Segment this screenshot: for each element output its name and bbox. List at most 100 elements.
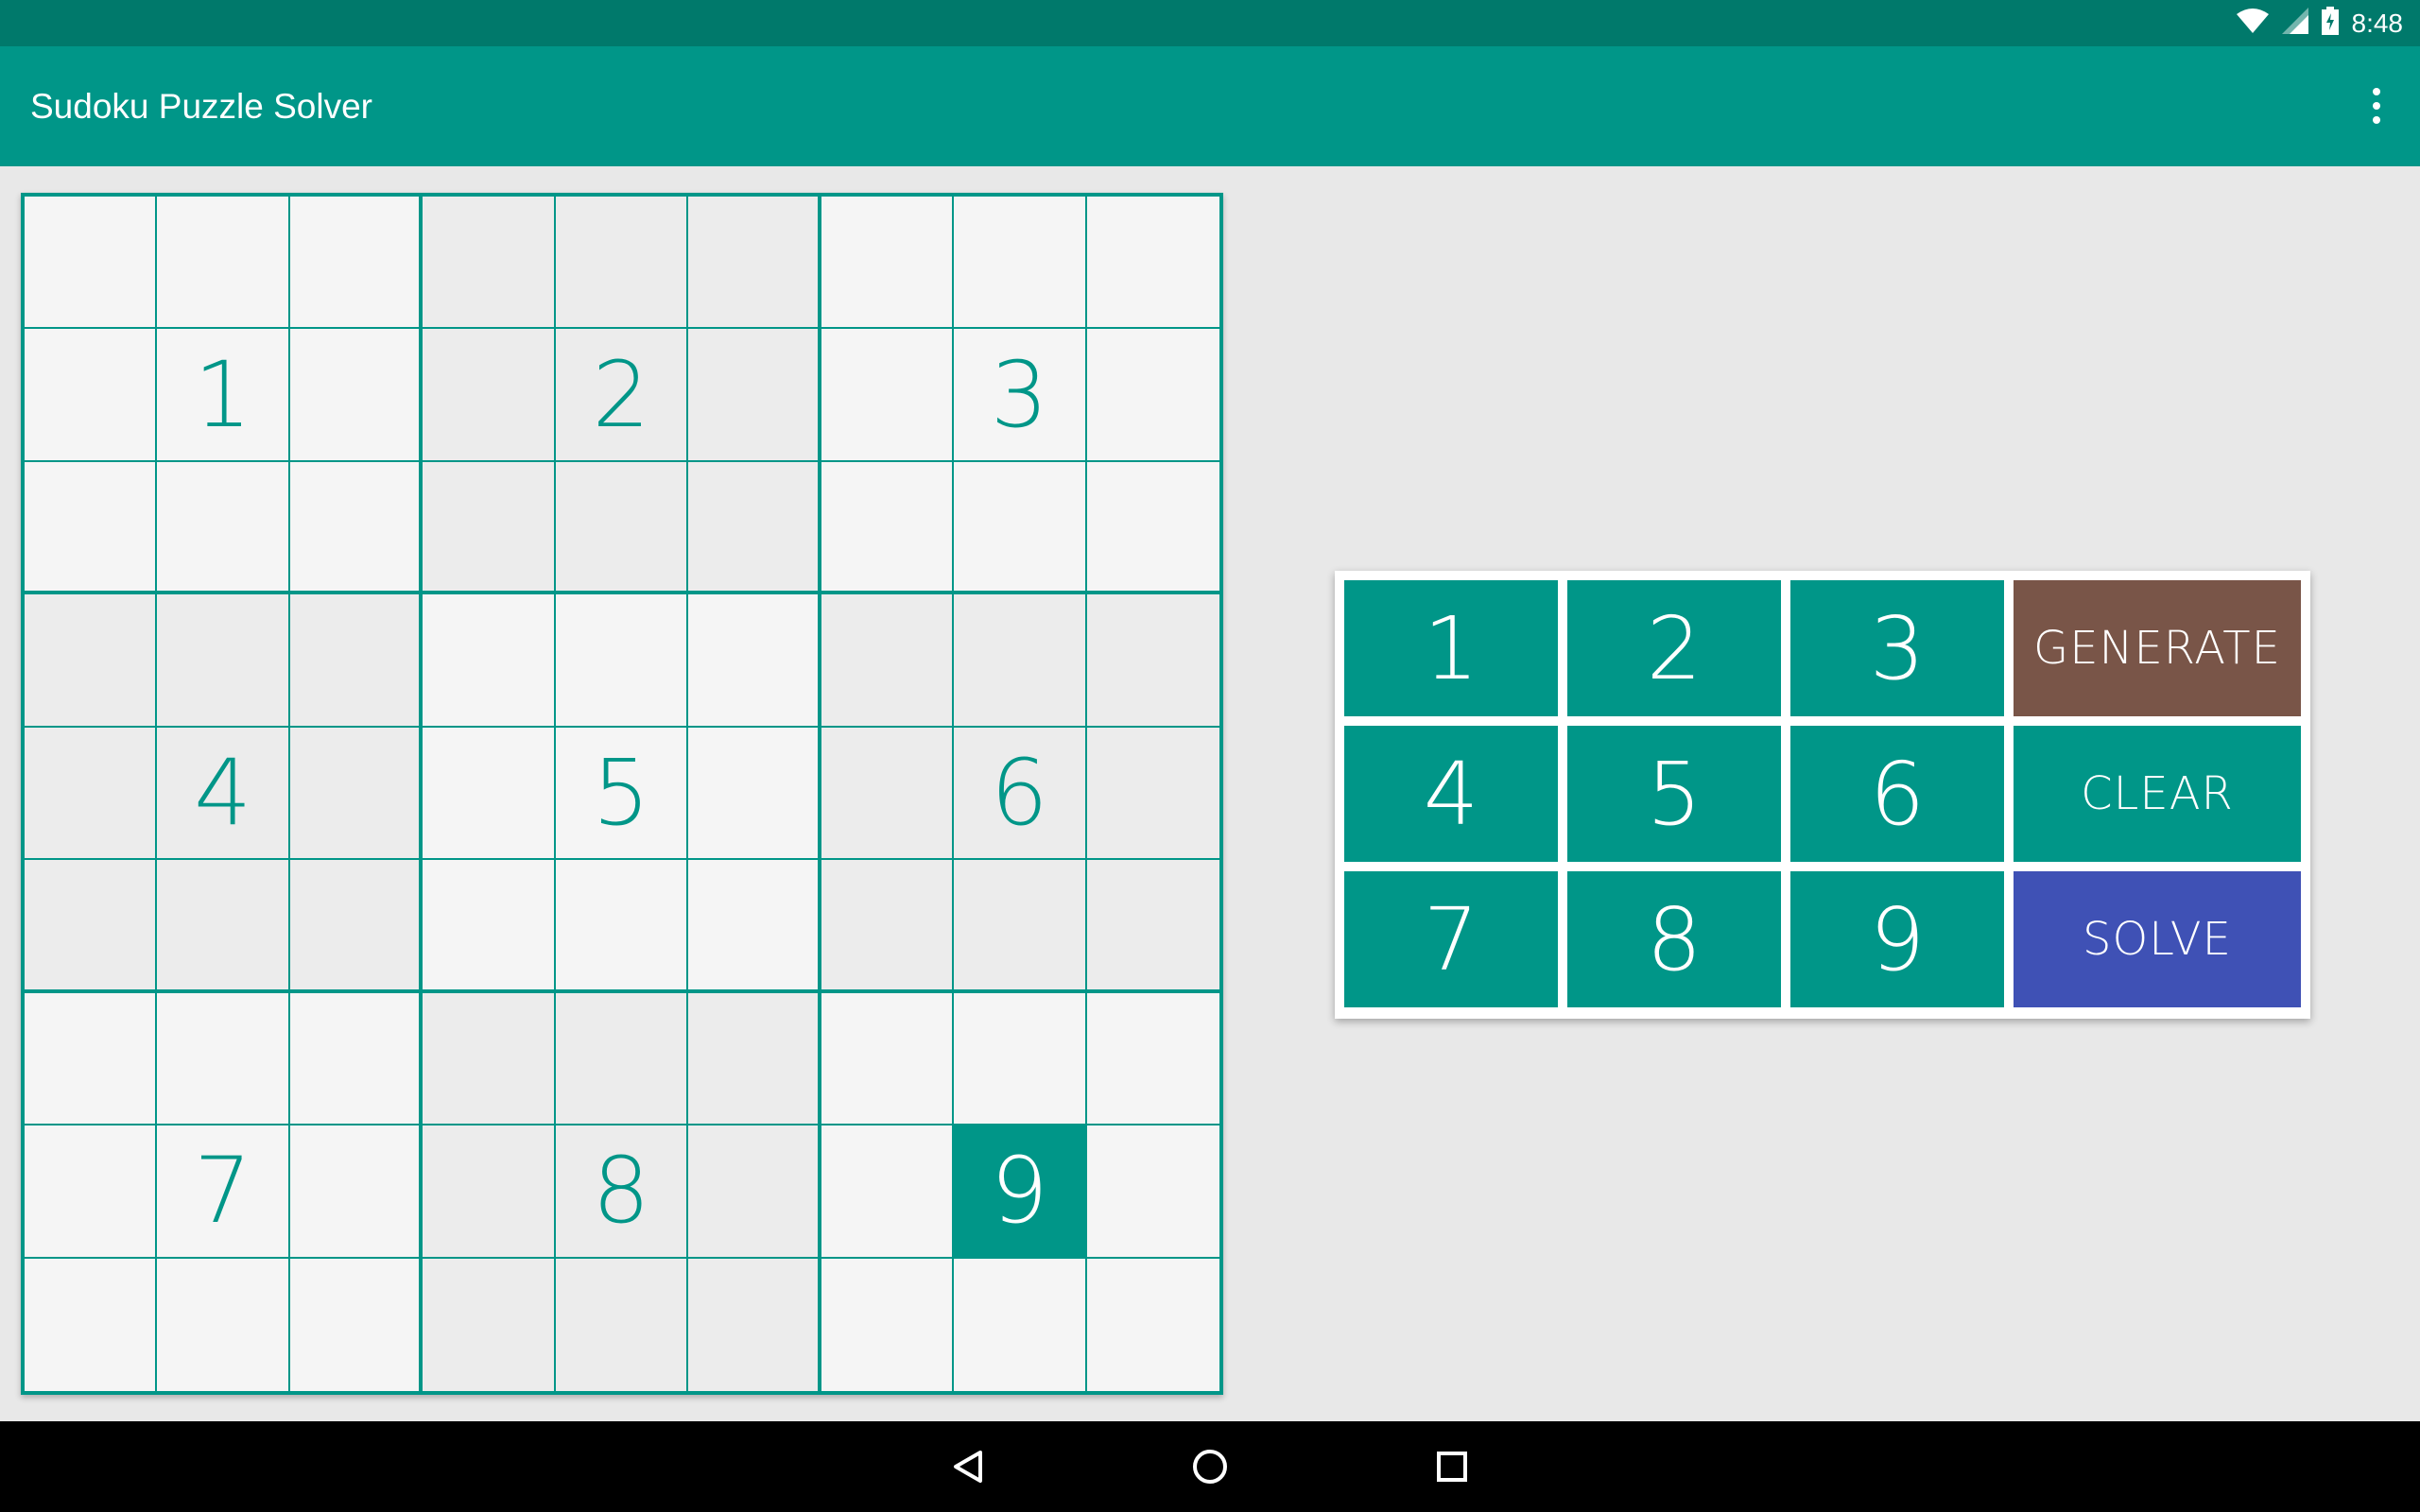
sudoku-cell-r6-c8[interactable] [954,860,1087,993]
sudoku-cell-r4-c3[interactable] [289,594,424,728]
sudoku-cell-r6-c5[interactable] [555,860,689,993]
sudoku-cell-r2-c2[interactable]: 1 [157,329,290,462]
sudoku-cell-r5-c4[interactable] [423,727,556,861]
sudoku-cell-r4-c9[interactable] [1086,594,1219,728]
sudoku-cell-r5-c5[interactable]: 5 [555,727,689,861]
sudoku-cell-r8-c9[interactable] [1086,1125,1219,1259]
sudoku-cell-r6-c7[interactable] [821,860,955,993]
sudoku-cell-r8-c1[interactable] [25,1125,158,1259]
sudoku-cell-r6-c2[interactable] [157,860,290,993]
sudoku-cell-r5-c7[interactable] [821,727,955,861]
sudoku-cell-r2-c7[interactable] [821,329,955,462]
key-9[interactable]: 9 [1790,871,2004,1007]
sudoku-cell-r3-c8[interactable] [954,461,1087,595]
sudoku-cell-r5-c8[interactable]: 6 [954,727,1087,861]
sudoku-cell-r1-c7[interactable] [821,197,955,330]
sudoku-cell-r8-c3[interactable] [289,1125,424,1259]
sudoku-cell-r1-c4[interactable] [423,197,556,330]
key-4[interactable]: 4 [1344,726,1558,862]
sudoku-cell-r2-c3[interactable] [289,329,424,462]
sudoku-cell-r8-c5[interactable]: 8 [555,1125,689,1259]
sudoku-cell-r8-c4[interactable] [423,1125,556,1259]
sudoku-cell-r3-c2[interactable] [157,461,290,595]
sudoku-cell-r6-c4[interactable] [423,860,556,993]
sudoku-cell-r5-c2[interactable]: 4 [157,727,290,861]
battery-charging-icon [2321,7,2339,40]
sudoku-cell-r7-c5[interactable] [555,992,689,1126]
sudoku-cell-r9-c7[interactable] [821,1258,955,1391]
sudoku-cell-r4-c7[interactable] [821,594,955,728]
key-2[interactable]: 2 [1567,580,1781,716]
sudoku-cell-r3-c7[interactable] [821,461,955,595]
sudoku-cell-r5-c9[interactable] [1086,727,1219,861]
sudoku-cell-r3-c9[interactable] [1086,462,1219,595]
sudoku-cell-r8-c8[interactable]: 9 [954,1125,1087,1259]
sudoku-cell-r9-c5[interactable] [555,1258,689,1391]
sudoku-cell-r1-c9[interactable] [1086,197,1219,330]
sudoku-cell-r2-c4[interactable] [423,329,556,462]
key-1[interactable]: 1 [1344,580,1558,716]
sudoku-cell-r2-c9[interactable] [1086,329,1219,462]
sudoku-cell-r2-c8[interactable]: 3 [954,329,1087,462]
sudoku-cell-r2-c5[interactable]: 2 [555,329,689,462]
sudoku-cell-r3-c4[interactable] [423,461,556,595]
sudoku-cell-r4-c1[interactable] [25,594,158,728]
sudoku-cell-r7-c6[interactable] [688,992,821,1126]
sudoku-cell-r1-c1[interactable] [25,197,158,330]
sudoku-cell-r1-c8[interactable] [954,197,1087,330]
sudoku-cell-r9-c3[interactable] [290,1258,424,1391]
home-icon[interactable] [1182,1438,1238,1495]
sudoku-cell-r7-c8[interactable] [954,992,1087,1126]
key-6[interactable]: 6 [1790,726,2004,862]
sudoku-cell-r4-c4[interactable] [423,594,556,728]
sudoku-cell-r6-c6[interactable] [688,860,821,993]
sudoku-cell-r5-c1[interactable] [25,727,158,861]
key-8[interactable]: 8 [1567,871,1781,1007]
sudoku-cell-r4-c8[interactable] [954,594,1087,728]
overflow-menu-icon[interactable] [2346,76,2407,136]
sudoku-cell-r3-c3[interactable] [289,461,424,595]
sudoku-cell-r7-c9[interactable] [1086,993,1219,1126]
sudoku-cell-r7-c1[interactable] [25,992,158,1126]
sudoku-cell-r7-c7[interactable] [821,992,955,1126]
sudoku-cell-r2-c1[interactable] [25,329,158,462]
key-7[interactable]: 7 [1344,871,1558,1007]
sudoku-cell-r1-c6[interactable] [688,197,821,330]
sudoku-cell-r6-c1[interactable] [25,860,158,993]
recents-icon[interactable] [1424,1438,1480,1495]
sudoku-cell-r9-c2[interactable] [157,1258,290,1391]
generate-button[interactable]: GENERATE [2014,580,2301,716]
sudoku-cell-r1-c2[interactable] [157,197,290,330]
sudoku-cell-r3-c6[interactable] [688,461,821,595]
sudoku-cell-r9-c9[interactable] [1087,1259,1219,1391]
sudoku-cell-r1-c5[interactable] [555,197,689,330]
clear-button[interactable]: CLEAR [2014,726,2301,862]
sudoku-cell-r9-c1[interactable] [25,1258,158,1391]
sudoku-cell-r8-c7[interactable] [821,1125,955,1259]
sudoku-cell-r9-c4[interactable] [423,1258,556,1391]
app-title: Sudoku Puzzle Solver [30,87,372,126]
sudoku-cell-r8-c6[interactable] [688,1125,821,1259]
sudoku-cell-r7-c4[interactable] [423,992,556,1126]
sudoku-cell-r2-c6[interactable] [688,329,821,462]
sudoku-cell-r4-c5[interactable] [555,594,689,728]
key-3[interactable]: 3 [1790,580,2004,716]
sudoku-cell-r5-c6[interactable] [688,727,821,861]
solve-button[interactable]: SOLVE [2014,871,2301,1007]
sudoku-cell-r3-c1[interactable] [25,461,158,595]
sudoku-cell-r7-c2[interactable] [157,992,290,1126]
sudoku-cell-r8-c2[interactable]: 7 [157,1125,290,1259]
back-icon[interactable] [940,1438,996,1495]
sudoku-cell-r4-c2[interactable] [157,594,290,728]
sudoku-cell-r9-c6[interactable] [688,1258,821,1391]
signal-icon [2281,8,2308,39]
sudoku-cell-r9-c8[interactable] [954,1258,1087,1391]
sudoku-cell-r3-c5[interactable] [555,461,689,595]
sudoku-cell-r4-c6[interactable] [688,594,821,728]
sudoku-cell-r5-c3[interactable] [289,727,424,861]
sudoku-cell-r6-c3[interactable] [289,860,424,993]
sudoku-cell-r6-c9[interactable] [1086,860,1219,993]
sudoku-cell-r1-c3[interactable] [289,197,424,330]
key-5[interactable]: 5 [1567,726,1781,862]
sudoku-cell-r7-c3[interactable] [289,992,424,1126]
